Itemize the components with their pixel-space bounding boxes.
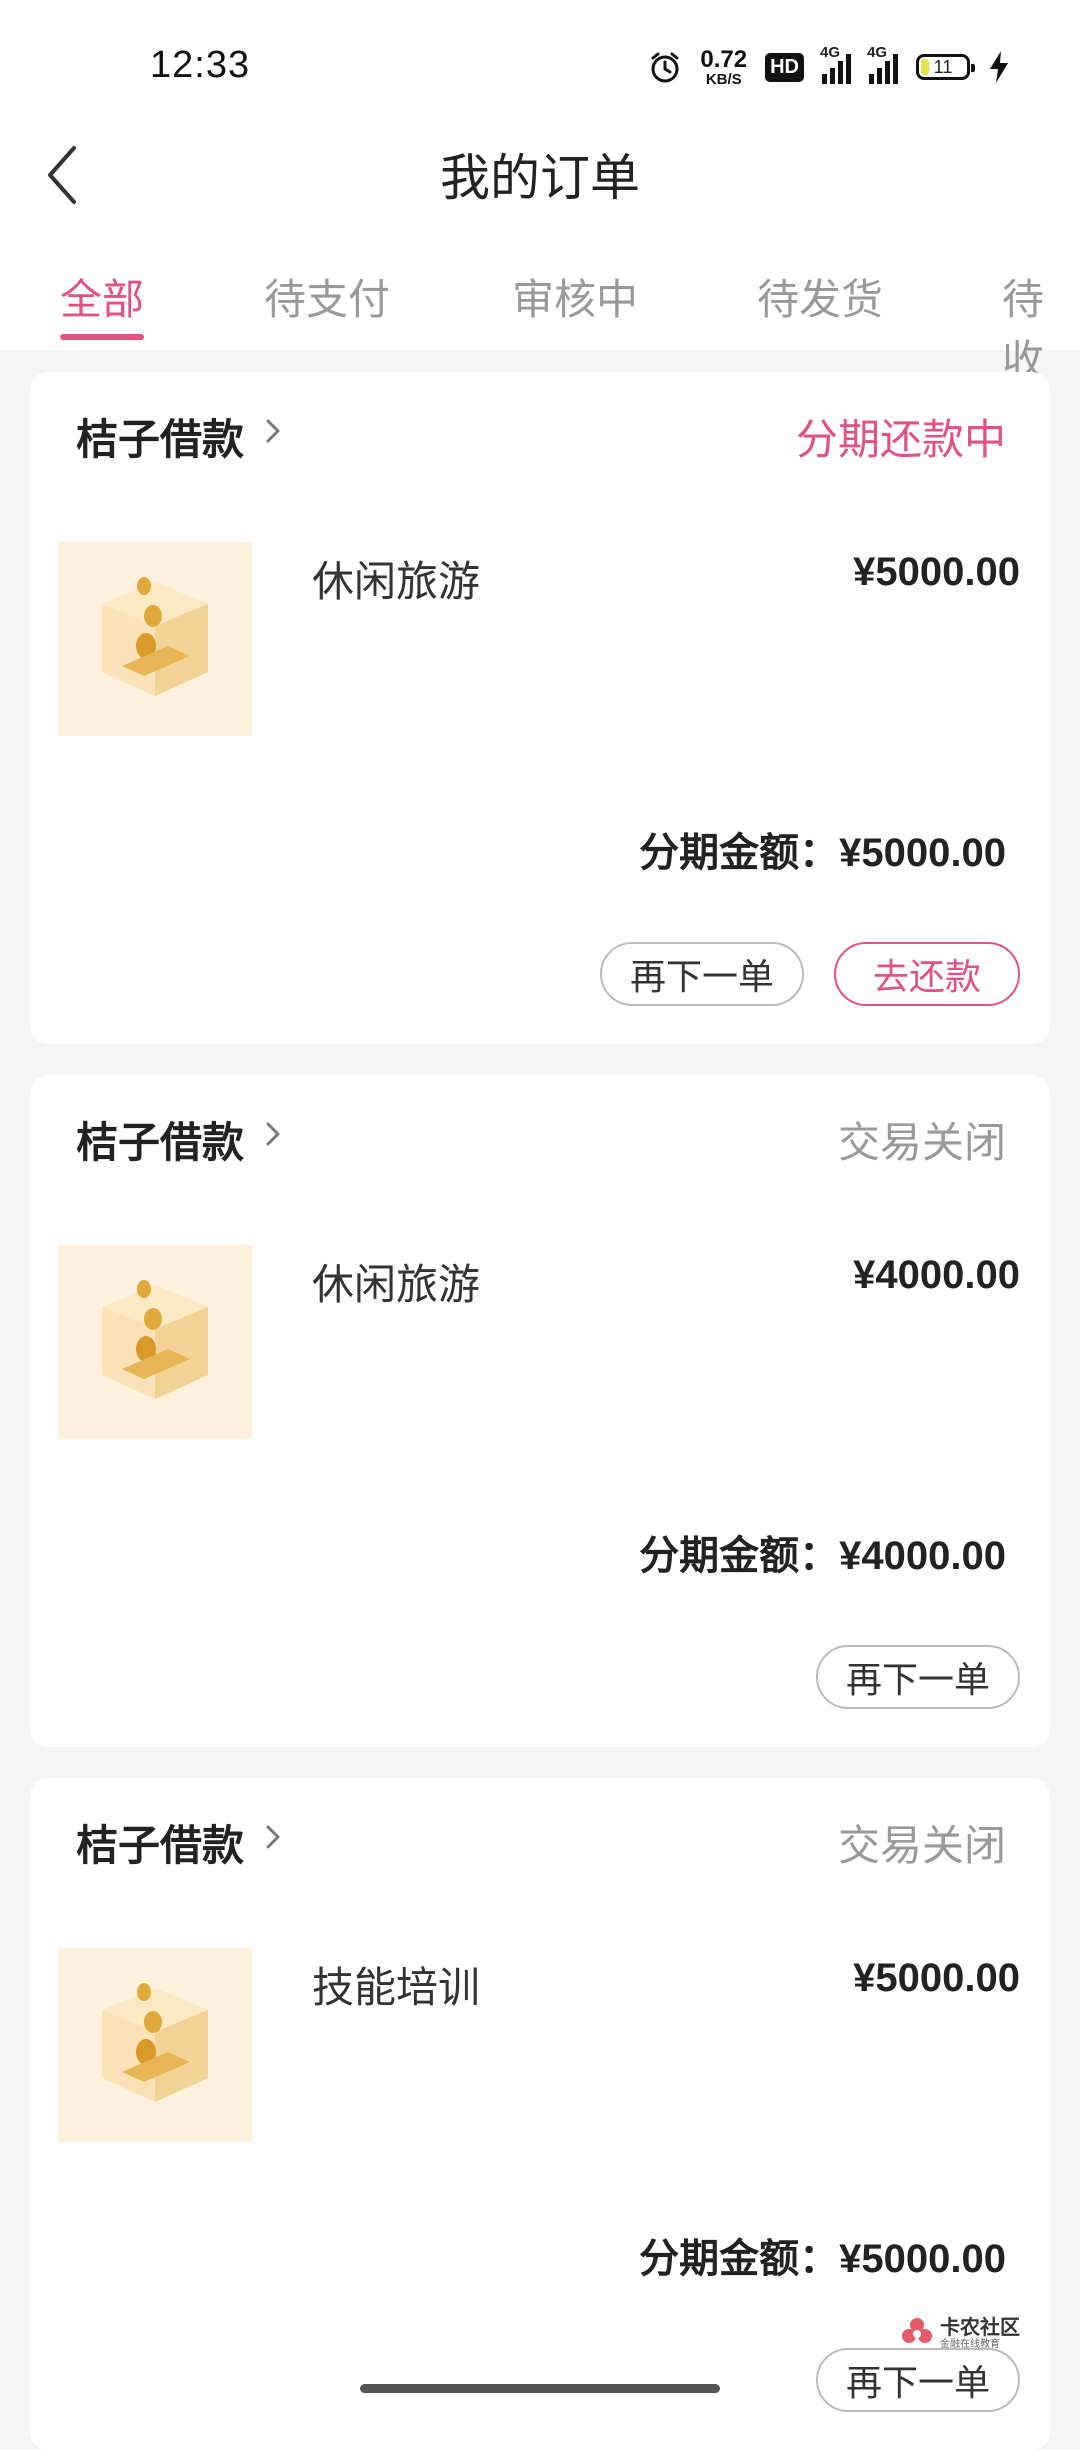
merchant-name[interactable]: 桔子借款 [76,1109,244,1170]
order-status: 分期还款中 [795,416,1006,463]
alarm-clock-icon [651,52,679,83]
active-tab-indicator [60,334,144,340]
chevron-right-icon[interactable] [262,416,284,446]
tab-under-review[interactable]: 审核中 [512,266,638,327]
chevron-right-icon[interactable] [262,1119,284,1149]
order-card[interactable]: 桔子借款 分期还款中 休闲旅游 ¥5000.00 分期金额：¥5000.00 再… [30,372,1050,1044]
tab-pending-receipt[interactable]: 待收 [1002,266,1080,388]
watermark: 卡农社区 金融在线教育 [900,2316,1020,2350]
installment-amount: 分期金额：¥5000.00 [639,831,1006,875]
status-icons: 0.72 KB/S HD 4G 4G 11 [648,42,1010,92]
sim1-label: 4G [820,44,841,61]
product-image[interactable] [58,1245,252,1439]
repay-button[interactable]: 去还款 [834,942,1020,1006]
tab-all[interactable]: 全部 [60,266,144,327]
net-speed-unit: KB/S [705,70,742,88]
product-image[interactable] [58,542,252,736]
merchant-name[interactable]: 桔子借款 [76,406,244,467]
signal-icon-sim2: 4G [867,44,898,84]
reorder-button[interactable]: 再下一单 [816,1645,1020,1709]
tab-pending-shipment[interactable]: 待发货 [757,266,883,327]
product-price: ¥4000.00 [853,1253,1020,1297]
product-image[interactable] [58,1948,252,2142]
product-name[interactable]: 休闲旅游 [312,1251,480,1312]
net-speed: 0.72 KB/S [700,45,748,88]
sim2-label: 4G [867,44,888,61]
merchant-name[interactable]: 桔子借款 [76,1812,244,1873]
flower-logo-icon [902,2318,932,2343]
status-time: 12:33 [150,44,251,86]
product-price: ¥5000.00 [853,550,1020,594]
watermark-subtitle: 金融在线教育 [940,2338,1000,2350]
installment-amount: 分期金额：¥5000.00 [639,2237,1006,2281]
order-card[interactable]: 桔子借款 交易关闭 技能培训 ¥5000.00 分期金额：¥5000.00 再下… [30,1778,1050,2450]
product-price: ¥5000.00 [853,1956,1020,2000]
battery-level: 11 [933,56,953,77]
status-bar: 12:33 0.72 KB/S HD 4G 4G 11 [0,0,1080,130]
page-title: 我的订单 [440,150,640,206]
charging-icon [990,51,1008,83]
reorder-button[interactable]: 再下一单 [816,2348,1020,2412]
coin-box-icon [102,1983,208,2102]
watermark-name: 卡农社区 [940,2316,1020,2339]
order-status: 交易关闭 [837,1822,1006,1869]
tab-pending-payment[interactable]: 待支付 [264,266,390,327]
product-name[interactable]: 技能培训 [312,1954,480,2015]
net-speed-value: 0.72 [700,45,748,73]
product-name[interactable]: 休闲旅游 [312,548,480,609]
order-tabs: 全部 待支付 审核中 待发货 待收 [0,250,1080,384]
order-status: 交易关闭 [837,1119,1006,1166]
home-indicator[interactable] [360,2384,720,2393]
chevron-right-icon[interactable] [262,1822,284,1852]
coin-box-icon [102,577,208,696]
coin-box-icon [102,1280,208,1399]
signal-icon-sim1: 4G [820,44,851,84]
order-card[interactable]: 桔子借款 交易关闭 休闲旅游 ¥4000.00 分期金额：¥4000.00 再下… [30,1075,1050,1747]
installment-amount: 分期金额：¥4000.00 [639,1534,1006,1578]
hd-voice-icon: HD [765,52,804,82]
reorder-button[interactable]: 再下一单 [600,942,804,1006]
battery-icon: 11 [916,54,975,80]
